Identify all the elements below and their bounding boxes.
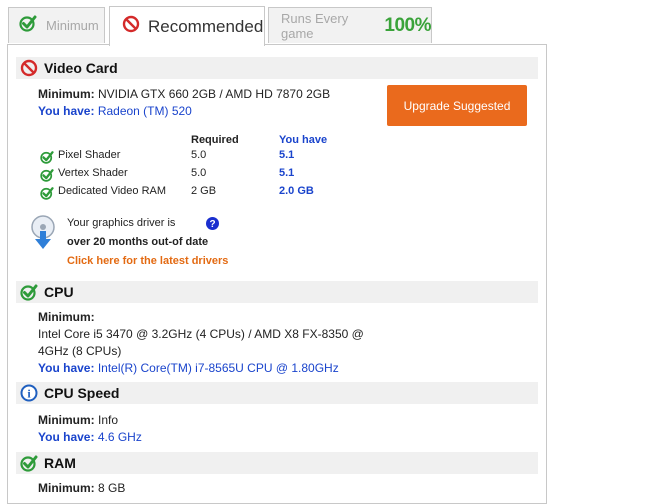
cpu-you-have: You have: Intel(R) Core(TM) i7-8565U CPU… (38, 361, 339, 375)
driver-download-icon (30, 214, 56, 253)
cpu-speed-header: i CPU Speed (16, 382, 538, 404)
cpu-speed-minimum-value: Info (98, 413, 119, 427)
video-card-you-have-value: Radeon (TM) 520 (97, 104, 192, 118)
prohibited-icon (122, 15, 140, 38)
tab-recommended-label: Recommended (148, 16, 264, 36)
driver-status-line2: over 20 months out-of date (67, 236, 209, 248)
tab-recommended[interactable]: Recommended (109, 6, 265, 46)
tab-minimum-label: Minimum (46, 18, 99, 33)
upgrade-suggested-button[interactable]: Upgrade Suggested (387, 85, 527, 126)
tab-runs-percent: 100% (384, 14, 431, 36)
tab-runs-every-game[interactable]: Runs Every game 100% (268, 7, 432, 43)
check-icon (40, 150, 54, 167)
check-icon (20, 283, 38, 301)
tab-minimum[interactable]: Minimum (8, 7, 105, 43)
ram-minimum: Minimum: 8 GB (38, 481, 126, 495)
latest-drivers-link[interactable]: Click here for the latest drivers (67, 255, 228, 267)
help-icon[interactable]: ? (206, 217, 219, 233)
ram-title: RAM (44, 455, 76, 471)
ram-minimum-value: 8 GB (98, 481, 126, 495)
video-card-minimum: Minimum: NVIDIA GTX 660 2GB / AMD HD 787… (38, 87, 331, 101)
cpu-speed-you-have-value: 4.6 GHz (97, 430, 142, 444)
cpu-minimum-line2: 4GHz (8 CPUs) (38, 344, 122, 358)
cpu-speed-minimum: Minimum: Info (38, 413, 119, 427)
video-card-header: Video Card (16, 57, 538, 79)
cpu-speed-title: CPU Speed (44, 385, 120, 401)
col-you-have: You have (279, 134, 328, 146)
cpu-minimum-label: Minimum: (38, 310, 95, 324)
cpu-you-have-value: Intel(R) Core(TM) i7-8565U CPU @ 1.80GHz (97, 361, 339, 375)
col-required: Required (191, 134, 239, 146)
driver-status-line1: Your graphics driver is (67, 217, 176, 229)
check-icon (19, 14, 37, 37)
cpu-header: CPU (16, 281, 538, 303)
video-card-title: Video Card (44, 60, 118, 76)
check-icon (40, 186, 54, 203)
tab-runs-label: Runs Every game (281, 10, 349, 41)
video-card-you-have: You have: Radeon (TM) 520 (38, 104, 192, 118)
check-icon (40, 168, 54, 185)
ram-header: RAM (16, 452, 538, 474)
video-card-minimum-value: NVIDIA GTX 660 2GB / AMD HD 7870 2GB (98, 87, 331, 101)
cpu-title: CPU (44, 284, 74, 300)
check-icon (20, 454, 38, 472)
svg-text:?: ? (209, 219, 215, 230)
cpu-speed-you-have: You have: 4.6 GHz (38, 430, 142, 444)
cpu-minimum-line1: Intel Core i5 3470 @ 3.2GHz (4 CPUs) / A… (38, 327, 364, 341)
info-icon: i (20, 384, 38, 402)
prohibited-icon (20, 59, 38, 77)
